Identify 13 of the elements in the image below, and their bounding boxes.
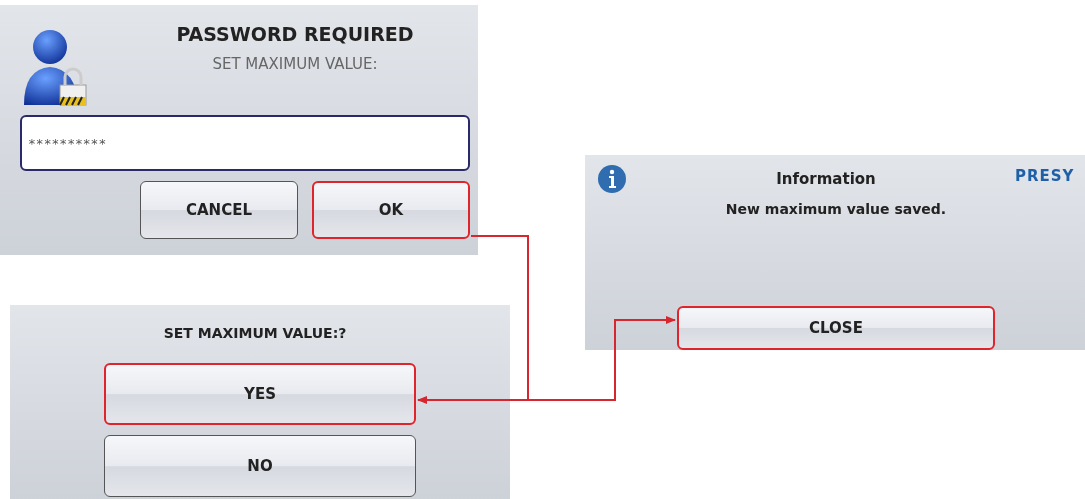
no-button[interactable]: NO [104,435,416,497]
password-field[interactable]: ********** [20,115,470,171]
dialog-prompt: SET MAXIMUM VALUE: [212,55,378,73]
dialog-title: Information [775,170,877,188]
close-button[interactable]: CLOSE [677,306,995,350]
info-icon [597,164,627,194]
brand-logo: PRESY [1015,166,1076,185]
dialog-title: PASSWORD REQUIRED [176,23,414,45]
cancel-button[interactable]: CANCEL [140,181,298,239]
yes-button[interactable]: YES [104,363,416,425]
dialog-title: SET MAXIMUM VALUE:? [163,325,347,343]
dialog-message: New maximum value saved. [724,201,948,217]
ok-button[interactable]: OK [312,181,470,239]
